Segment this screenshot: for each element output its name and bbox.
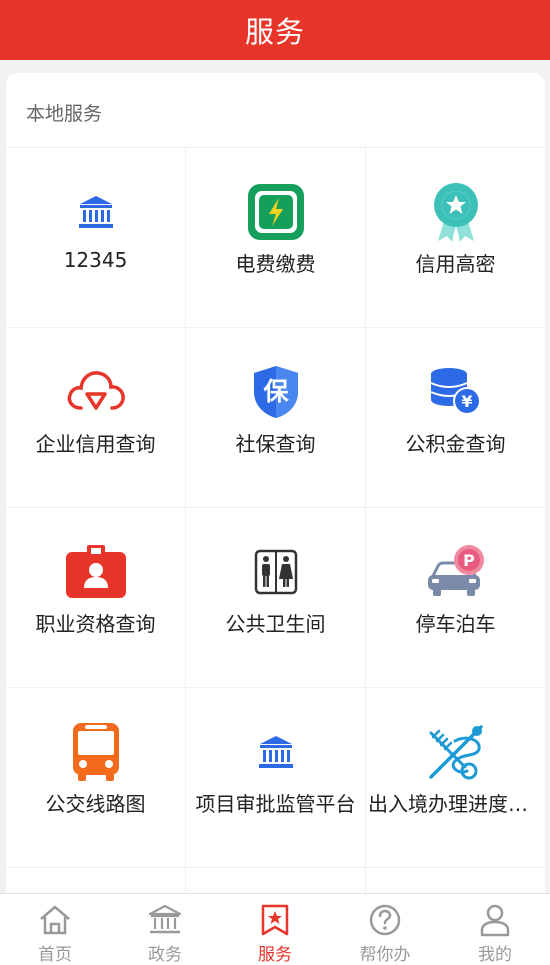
restroom-icon: [244, 540, 308, 604]
service-item-public-restroom[interactable]: 公共卫生间: [186, 508, 365, 687]
id-badge-icon: [64, 540, 128, 604]
help-icon: [367, 902, 403, 938]
coins-yuan-icon: ¥: [424, 360, 488, 424]
section-title: 本地服务: [26, 103, 103, 125]
tab-label: 首页: [38, 945, 72, 965]
bank-icon: [244, 720, 308, 784]
bus-icon: [64, 720, 128, 784]
service-item-bus-routes[interactable]: 公交线路图: [6, 688, 185, 867]
svg-text:¥: ¥: [461, 392, 472, 411]
service-item-electricity-bill[interactable]: 电费缴费: [186, 148, 365, 327]
immigration-icon: [424, 720, 488, 784]
tab-label: 政务: [148, 945, 182, 965]
svg-text:保: 保: [262, 377, 289, 406]
service-item-enterprise-credit[interactable]: 企业信用查询: [6, 328, 185, 507]
service-label: 12345: [63, 248, 128, 272]
svg-text:P: P: [463, 551, 475, 570]
service-item-social-security[interactable]: 保 社保查询: [186, 328, 365, 507]
app-header: 服务: [0, 0, 550, 60]
service-label: 公交线路图: [45, 792, 146, 816]
tab-government[interactable]: 政务: [110, 894, 220, 965]
service-label: 社保查询: [235, 432, 316, 456]
service-item-housing-fund[interactable]: ¥ 公积金查询: [366, 328, 545, 507]
local-services-card: 本地服务 12345 电费缴费 信用高密 企业信用查询 保 社保查询 ¥ 公积金…: [6, 73, 545, 913]
parking-car-icon: P: [424, 540, 488, 604]
service-label: 职业资格查询: [35, 612, 156, 636]
service-item-professional-qualification[interactable]: 职业资格查询: [6, 508, 185, 687]
tab-mine[interactable]: 我的: [440, 894, 550, 965]
cloud-shield-icon: [64, 360, 128, 424]
service-label: 公积金查询: [405, 432, 506, 456]
social-security-icon: 保: [244, 360, 308, 424]
electricity-icon: [244, 180, 308, 244]
service-label: 公共卫生间: [225, 612, 326, 636]
grid-divider: [6, 867, 545, 868]
service-label: 企业信用查询: [35, 432, 156, 456]
government-icon: [147, 902, 183, 938]
tab-help[interactable]: 帮你办: [330, 894, 440, 965]
service-label: 出入境办理进度查询: [368, 792, 545, 816]
service-item-project-approval[interactable]: 项目审批监管平台: [186, 688, 365, 867]
service-label: 电费缴费: [235, 252, 316, 276]
tab-label: 服务: [258, 945, 292, 965]
home-icon: [37, 902, 73, 938]
service-item-immigration-progress[interactable]: 出入境办理进度查询: [366, 688, 545, 867]
tab-label: 帮你办: [359, 945, 411, 965]
bank-icon: [64, 180, 128, 244]
tab-service[interactable]: 服务: [220, 894, 330, 965]
user-icon: [477, 902, 513, 938]
service-label: 项目审批监管平台: [195, 792, 356, 816]
credit-badge-icon: [424, 180, 488, 244]
service-item-credit-gaomi[interactable]: 信用高密: [366, 148, 545, 327]
service-item-12345[interactable]: 12345: [6, 148, 185, 327]
tab-label: 我的: [478, 945, 512, 965]
service-item-parking[interactable]: P 停车泊车: [366, 508, 545, 687]
service-label: 信用高密: [415, 252, 496, 276]
page-title: 服务: [244, 15, 305, 49]
tab-home[interactable]: 首页: [0, 894, 110, 965]
star-bookmark-icon: [257, 902, 293, 938]
bottom-tab-bar: 首页 政务 服务 帮你办 我的: [0, 893, 550, 965]
service-label: 停车泊车: [415, 612, 496, 636]
